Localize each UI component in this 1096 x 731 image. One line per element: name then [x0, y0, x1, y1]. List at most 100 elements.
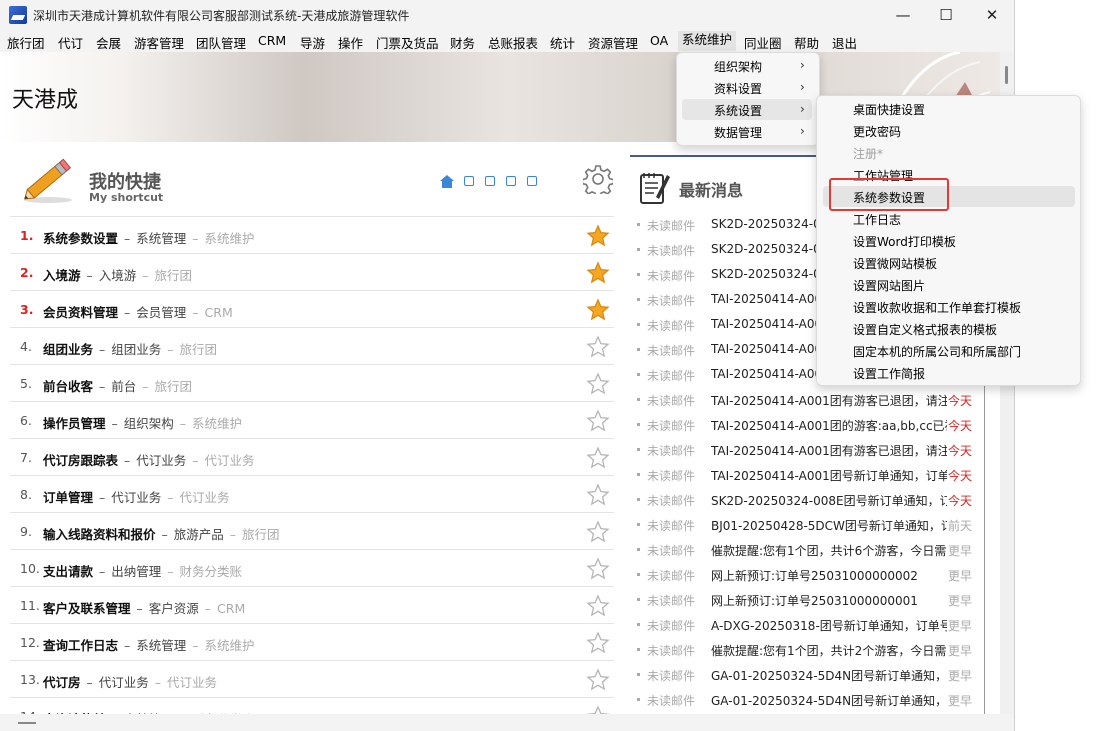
shortcut-name[interactable]: 代订房 [43, 675, 81, 690]
news-message[interactable]: 催款提醒:您有1个团，共计6个游客，今日需 [711, 542, 947, 559]
shortcut-name[interactable]: 代订房跟踪表 [43, 453, 118, 468]
shortcut-name[interactable]: 客户及联系管理 [43, 601, 131, 616]
shortcut-row[interactable]: 13. 代订房 – 代订业务 – 代订业务 [10, 660, 614, 697]
menu-resource-management[interactable]: 资源管理 [588, 33, 638, 52]
news-message[interactable]: BJ01-20250428-5DCW团号新订单通知，订 [711, 517, 947, 534]
menu-booking[interactable]: 代订 [58, 33, 83, 52]
submenu-item[interactable]: 工作日志 [823, 208, 1075, 229]
star-outline-icon[interactable] [586, 520, 610, 544]
news-item[interactable]: 未读邮件 SK2D-20250324-008E团号新订单通知，订 今天 [630, 487, 985, 512]
submenu-item[interactable]: 桌面快捷设置 [823, 98, 1075, 119]
menu-operation[interactable]: 操作 [338, 33, 363, 52]
menu-tour-group[interactable]: 旅行团 [7, 33, 45, 52]
shortcut-row[interactable]: 6. 操作员管理 – 组织架构 – 系统维护 [10, 401, 614, 438]
shortcut-row[interactable]: 11. 客户及联系管理 – 客户资源 – CRM [10, 586, 614, 623]
pager-dot-1[interactable] [464, 176, 474, 186]
news-item[interactable]: 未读邮件 BJ01-20250428-5DCW团号新订单通知，订 前天 [630, 512, 985, 537]
shortcut-row[interactable]: 5. 前台收客 – 前台 – 旅行团 [10, 364, 614, 401]
news-message[interactable]: TAI-20250414-A001团的游客:aa,bb,cc已福 [711, 417, 947, 434]
shortcut-name[interactable]: 组团业务 [43, 342, 93, 357]
menu-guide[interactable]: 导游 [300, 33, 325, 52]
news-message[interactable]: TAI-20250414-A001团有游客已退团，请注 [711, 392, 947, 409]
news-item[interactable]: 未读邮件 网上新预订:订单号25031000000001 更早 [630, 587, 985, 612]
pager-dot-2[interactable] [485, 176, 495, 186]
news-item[interactable]: 未读邮件 催款提醒:您有1个团，共计6个游客，今日需 更早 [630, 537, 985, 562]
shortcut-row[interactable]: 12. 查询工作日志 – 系统管理 – 系统维护 [10, 623, 614, 660]
settings-gear-icon[interactable] [583, 164, 613, 194]
star-filled-icon[interactable] [586, 261, 610, 285]
shortcut-name[interactable]: 会员资料管理 [43, 305, 118, 320]
news-message[interactable]: A-DXG-20250318-团号新订单通知，订单号 [711, 617, 947, 634]
shortcut-name[interactable]: 入境游 [43, 268, 81, 283]
news-item[interactable]: 未读邮件 GA-01-20250324-5D4N团号新订单通知，订 更早 [630, 687, 985, 712]
star-outline-icon[interactable] [586, 372, 610, 396]
menu-crm[interactable]: CRM [258, 33, 286, 48]
submenu-item[interactable]: 设置网站图片 [823, 274, 1075, 295]
shortcut-row[interactable]: 4. 组团业务 – 组团业务 – 旅行团 [10, 327, 614, 364]
minimize-button[interactable]: — [880, 0, 926, 30]
star-outline-icon[interactable] [586, 483, 610, 507]
star-filled-icon[interactable] [586, 224, 610, 248]
menu-ledger-reports[interactable]: 总账报表 [488, 33, 538, 52]
star-outline-icon[interactable] [586, 594, 610, 618]
submenu-item[interactable]: 设置微网站模板 [823, 252, 1075, 273]
shortcut-row[interactable]: 7. 代订房跟踪表 – 代订业务 – 代订业务 [10, 438, 614, 475]
scrollbar-thumb[interactable] [1005, 66, 1008, 84]
shortcut-name[interactable]: 系统参数设置 [43, 231, 118, 246]
news-item[interactable]: 未读邮件 TAI-20250414-A001团号新订单通知，订单 今天 [630, 462, 985, 487]
shortcut-name[interactable]: 操作员管理 [43, 416, 106, 431]
news-item[interactable]: 未读邮件 网上新预订:订单号25031000000002 更早 [630, 562, 985, 587]
shortcut-row[interactable]: 3. 会员资料管理 – 会员管理 – CRM [10, 290, 614, 327]
news-item[interactable]: 未读邮件 A-DXG-20250318-团号新订单通知，订单号 更早 [630, 612, 985, 637]
submenu-item[interactable]: 设置工作简报 [823, 362, 1075, 383]
shortcut-name[interactable]: 订单管理 [43, 490, 93, 505]
news-item[interactable]: 未读邮件 TAI-20250414-A001团有游客已退团，请注 今天 [630, 387, 985, 412]
resize-grip-icon[interactable] [18, 722, 36, 724]
maximize-button[interactable]: ☐ [923, 0, 969, 30]
news-item[interactable]: 未读邮件 TAI-20250414-A001团有游客已退团，请注 今天 [630, 437, 985, 462]
menu-oa[interactable]: OA [650, 33, 668, 48]
menu-item[interactable]: 系统设置 › [682, 99, 812, 120]
menu-team-management[interactable]: 团队管理 [196, 33, 246, 52]
star-outline-icon[interactable] [586, 335, 610, 359]
news-message[interactable]: GA-01-20250324-5D4N团号新订单通知，订 [711, 692, 947, 709]
star-outline-icon[interactable] [586, 446, 610, 470]
menu-tickets-goods[interactable]: 门票及货品 [376, 33, 439, 52]
close-button[interactable]: ✕ [969, 0, 1014, 30]
news-message[interactable]: TAI-20250414-A001团号新订单通知，订单 [711, 467, 947, 484]
news-item[interactable]: 未读邮件 催款提醒:您有1个团，共计2个游客，今日需 更早 [630, 637, 985, 662]
news-message[interactable]: 网上新预订:订单号25031000000002 [711, 567, 947, 584]
news-message[interactable]: TAI-20250414-A001团有游客已退团，请注 [711, 442, 947, 459]
menu-peer-circle[interactable]: 同业圈 [744, 33, 782, 52]
star-outline-icon[interactable] [586, 631, 610, 655]
home-icon[interactable] [440, 175, 454, 188]
news-message[interactable]: 催款提醒:您有1个团，共计2个游客，今日需 [711, 642, 947, 659]
submenu-item[interactable]: 设置自定义格式报表的模板 [823, 318, 1075, 339]
star-outline-icon[interactable] [586, 668, 610, 692]
menu-statistics[interactable]: 统计 [550, 33, 575, 52]
shortcut-name[interactable]: 查询工作日志 [43, 638, 118, 653]
title-bar[interactable]: 深圳市天港成计算机软件有限公司客服部测试系统-天港成旅游管理软件 — ☐ ✕ [0, 0, 1014, 30]
shortcut-name[interactable]: 支出请款 [43, 564, 93, 579]
star-outline-icon[interactable] [586, 557, 610, 581]
menu-system-maintenance[interactable]: 系统维护 [678, 31, 737, 51]
shortcut-row[interactable]: 1. 系统参数设置 – 系统管理 – 系统维护 [10, 216, 614, 253]
menu-finance[interactable]: 财务 [450, 33, 475, 52]
submenu-item[interactable]: 设置收款收据和工作单套打模板 [823, 296, 1075, 317]
news-item[interactable]: 未读邮件 TAI-20250414-A001团的游客:aa,bb,cc已福 今天 [630, 412, 985, 437]
shortcut-row[interactable]: 8. 订单管理 – 代订业务 – 代订业务 [10, 475, 614, 512]
shortcut-name[interactable]: 输入线路资料和报价 [43, 527, 156, 542]
shortcut-name[interactable]: 前台收客 [43, 379, 93, 394]
shortcut-row[interactable]: 10. 支出请款 – 出纳管理 – 财务分类账 [10, 549, 614, 586]
news-item[interactable]: 未读邮件 GA-01-20250324-5D4N团号新订单通知，订 更早 [630, 662, 985, 687]
news-message[interactable]: 网上新预订:订单号25031000000001 [711, 592, 947, 609]
pager-dot-3[interactable] [506, 176, 516, 186]
shortcut-row[interactable]: 9. 输入线路资料和报价 – 旅游产品 – 旅行团 [10, 512, 614, 549]
menu-item[interactable]: 数据管理 › [682, 121, 812, 142]
star-outline-icon[interactable] [586, 409, 610, 433]
submenu-item[interactable]: 设置Word打印模板 [823, 230, 1075, 251]
menu-help[interactable]: 帮助 [794, 33, 819, 52]
news-message[interactable]: SK2D-20250324-008E团号新订单通知，订 [711, 492, 947, 509]
news-message[interactable]: GA-01-20250324-5D4N团号新订单通知，订 [711, 667, 947, 684]
submenu-item[interactable]: 更改密码 [823, 120, 1075, 141]
